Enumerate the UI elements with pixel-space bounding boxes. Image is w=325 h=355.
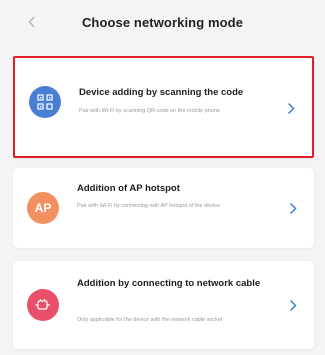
mode-description: Pair with Wi-Fi by scanning QR code on t… xyxy=(79,108,220,114)
mode-card-scan-code[interactable]: Device adding by scanning the code Pair … xyxy=(13,56,314,158)
mode-description: Only applicable for the device with the … xyxy=(77,317,223,323)
mode-title: Device adding by scanning the code xyxy=(79,87,244,98)
header-bar: Choose networking mode xyxy=(0,0,325,44)
chevron-right-icon xyxy=(286,296,300,314)
mode-card-ap-hotspot[interactable]: AP Addition of AP hotspot Pair with Wi-F… xyxy=(13,168,314,248)
qr-code-icon xyxy=(29,86,61,118)
mode-title: Addition by connecting to network cable xyxy=(77,278,261,289)
chevron-right-icon xyxy=(286,199,300,217)
page-title: Choose networking mode xyxy=(81,14,244,30)
mode-card-network-cable[interactable]: Addition by connecting to network cable … xyxy=(13,261,314,349)
chevron-left-icon xyxy=(28,16,35,28)
mode-description: Pair with Wi-Fi by connecting with AP ho… xyxy=(77,203,220,209)
networking-mode-screen: Choose networking mode Device adding by … xyxy=(0,0,325,355)
chevron-right-icon xyxy=(284,99,298,117)
mode-title: Addition of AP hotspot xyxy=(77,183,180,194)
network-cable-icon xyxy=(27,289,59,321)
ap-hotspot-icon: AP xyxy=(27,192,59,224)
back-button[interactable] xyxy=(22,12,42,32)
